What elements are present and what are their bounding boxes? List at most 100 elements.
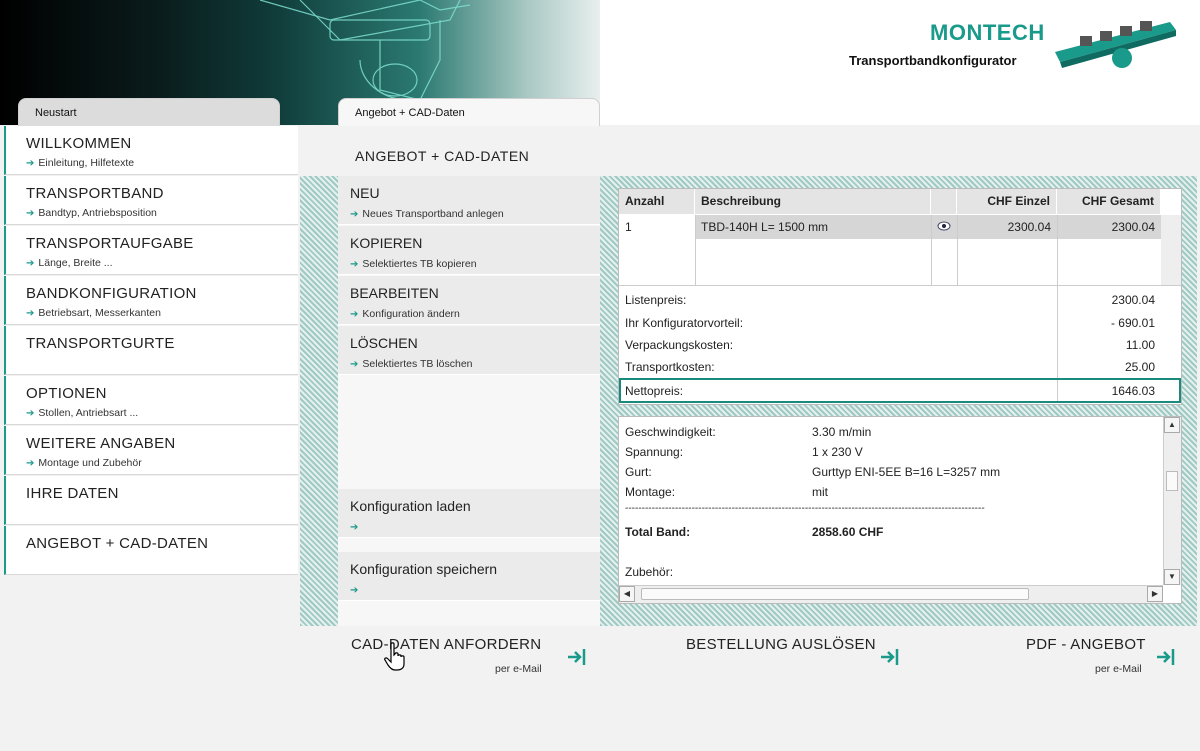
detail-value: 3.30 m/min bbox=[812, 425, 872, 439]
scroll-thumb[interactable] bbox=[641, 588, 1029, 600]
detail-value: 1 x 230 V bbox=[812, 445, 863, 459]
action-title: NEU bbox=[350, 185, 380, 201]
total-value: 2858.60 CHF bbox=[812, 525, 884, 539]
cell-beschreibung: TBD-140H L= 1500 mm bbox=[695, 215, 931, 239]
action-subtitle: ➔ Selektiertes TB löschen bbox=[350, 358, 473, 370]
nav-item-weitere-angaben[interactable]: WEITERE ANGABEN ➔ Montage und Zubehör bbox=[4, 426, 298, 475]
horizontal-scrollbar[interactable]: ◀ ▶ bbox=[619, 585, 1163, 603]
summary-label: Ihr Konfiguratorvorteil: bbox=[625, 316, 744, 330]
separator-line: ----------------------------------------… bbox=[625, 503, 985, 514]
action-title: Konfiguration speichern bbox=[350, 561, 498, 577]
action-subtitle: ➔ Konfiguration ändern bbox=[350, 308, 460, 320]
action-subtitle: ➔ bbox=[350, 521, 362, 533]
konfiguration-speichern-button[interactable]: Konfiguration speichern ➔ bbox=[338, 552, 600, 601]
scroll-up-icon[interactable]: ▲ bbox=[1164, 417, 1180, 433]
arrow-right-icon: ➔ bbox=[26, 308, 35, 319]
action-subtitle: ➔ Selektiertes TB kopieren bbox=[350, 258, 477, 270]
nav-item-title: OPTIONEN bbox=[26, 385, 107, 402]
action-title: Konfiguration laden bbox=[350, 498, 471, 514]
cell-chf-gesamt: 2300.04 bbox=[1057, 215, 1161, 239]
details-panel[interactable]: Geschwindigkeit: 3.30 m/min Spannung: 1 … bbox=[618, 416, 1182, 604]
scroll-down-icon[interactable]: ▼ bbox=[1164, 569, 1180, 585]
cell-anzahl: 1 bbox=[619, 215, 695, 239]
summary-label: Verpackungskosten: bbox=[625, 338, 734, 352]
tab-neustart[interactable]: Neustart bbox=[18, 98, 280, 126]
price-table: Anzahl Beschreibung CHF Einzel CHF Gesam… bbox=[618, 188, 1182, 405]
conveyor-logo-icon bbox=[1055, 21, 1176, 68]
nav-item-subtitle: ➔ Länge, Breite ... bbox=[26, 257, 113, 269]
nav-item-subtitle: ➔ Einleitung, Hilfetexte bbox=[26, 157, 135, 169]
column-divider bbox=[957, 215, 958, 285]
arrow-right-icon: ➔ bbox=[350, 209, 359, 220]
kopieren-button[interactable]: KOPIEREN ➔ Selektiertes TB kopieren bbox=[338, 226, 600, 275]
left-navigation: WILLKOMMEN ➔ Einleitung, Hilfetexte TRANS… bbox=[0, 126, 300, 751]
zubehoer-label: Zubehör: bbox=[625, 565, 674, 579]
action-title: KOPIEREN bbox=[350, 235, 423, 251]
page-title: ANGEBOT + CAD-DATEN bbox=[355, 148, 530, 164]
table-scroll-gutter bbox=[1161, 215, 1181, 285]
action-subtitle: ➔ Neues Transportband anlegen bbox=[350, 208, 504, 220]
loeschen-button[interactable]: LÖSCHEN ➔ Selektiertes TB löschen bbox=[338, 326, 600, 375]
scroll-thumb[interactable] bbox=[1166, 471, 1178, 491]
action-panel: NEU ➔ Neues Transportband anlegen KOPIERE… bbox=[338, 176, 600, 626]
arrow-right-icon: ➔ bbox=[350, 522, 359, 533]
nav-item-subtitle: ➔ Bandtyp, Antriebsposition bbox=[26, 207, 157, 219]
action-title: BESTELLUNG AUSLÖSEN bbox=[686, 636, 876, 653]
nav-item-transportgurte[interactable]: TRANSPORTGURTE bbox=[4, 326, 298, 375]
neu-button[interactable]: NEU ➔ Neues Transportband anlegen bbox=[338, 176, 600, 225]
app-subtitle: Transportbandkonfigurator bbox=[849, 53, 1017, 68]
nav-item-willkommen[interactable]: WILLKOMMEN ➔ Einleitung, Hilfetexte bbox=[4, 126, 298, 175]
arrow-into-icon bbox=[1157, 649, 1175, 665]
arrow-right-icon: ➔ bbox=[350, 259, 359, 270]
view-icon[interactable] bbox=[931, 215, 957, 239]
column-header-chf-einzel: CHF Einzel bbox=[957, 189, 1057, 214]
konfiguration-laden-button[interactable]: Konfiguration laden ➔ bbox=[338, 489, 600, 538]
arrow-into-icon bbox=[881, 649, 899, 665]
action-title: CAD-DATEN ANFORDERN bbox=[351, 636, 542, 653]
nav-item-title: TRANSPORTBAND bbox=[26, 185, 164, 202]
tab-angebot-cad-daten[interactable]: Angebot + CAD-Daten bbox=[338, 98, 600, 126]
nav-item-transportaufgabe[interactable]: TRANSPORTAUFGABE ➔ Länge, Breite ... bbox=[4, 226, 298, 275]
scroll-left-icon[interactable]: ◀ bbox=[619, 586, 635, 602]
nav-item-optionen[interactable]: OPTIONEN ➔ Stollen, Antriebsart ... bbox=[4, 376, 298, 425]
arrow-right-icon: ➔ bbox=[26, 258, 35, 269]
detail-label: Geschwindigkeit: bbox=[625, 425, 716, 439]
summary-value: - 690.01 bbox=[1110, 316, 1155, 330]
nav-item-title: WILLKOMMEN bbox=[26, 135, 132, 152]
nav-item-title: IHRE DATEN bbox=[26, 485, 119, 502]
nav-item-subtitle: ➔ Stollen, Antriebsart ... bbox=[26, 407, 139, 419]
detail-label: Spannung: bbox=[625, 445, 684, 459]
summary-label: Transportkosten: bbox=[625, 360, 715, 374]
action-subtitle: per e-Mail bbox=[495, 663, 542, 675]
column-divider bbox=[1057, 380, 1058, 401]
arrow-right-icon: ➔ bbox=[350, 359, 359, 370]
nav-item-transportband[interactable]: TRANSPORTBAND ➔ Bandtyp, Antriebsposition bbox=[4, 176, 298, 225]
vertical-scrollbar[interactable]: ▲ ▼ bbox=[1163, 417, 1181, 585]
summary-value: 2300.04 bbox=[1111, 293, 1155, 307]
summary-label: Listenpreis: bbox=[625, 293, 687, 307]
nav-item-title: ANGEBOT + CAD-DATEN bbox=[26, 535, 209, 552]
arrow-right-icon: ➔ bbox=[26, 208, 35, 219]
nav-item-subtitle: ➔ Montage und Zubehör bbox=[26, 457, 142, 469]
nettopreis-label: Nettopreis: bbox=[625, 384, 684, 398]
summary-value: 11.00 bbox=[1125, 338, 1155, 352]
nav-item-title: WEITERE ANGABEN bbox=[26, 435, 176, 452]
total-label: Total Band: bbox=[625, 525, 691, 539]
nettopreis-value: 1646.03 bbox=[1111, 384, 1155, 398]
arrow-right-icon: ➔ bbox=[26, 158, 35, 169]
column-header-chf-gesamt: CHF Gesamt bbox=[1057, 189, 1161, 214]
detail-label: Gurt: bbox=[625, 465, 652, 479]
bearbeiten-button[interactable]: BEARBEITEN ➔ Konfiguration ändern bbox=[338, 276, 600, 325]
nav-item-angebot-cad-daten[interactable]: ANGEBOT + CAD-DATEN bbox=[4, 526, 298, 575]
column-header-icon bbox=[931, 189, 957, 214]
column-divider bbox=[931, 215, 932, 285]
nav-item-bandkonfiguration[interactable]: BANDKONFIGURATION ➔ Betriebsart, Messerka… bbox=[4, 276, 298, 325]
hand-cursor-icon bbox=[384, 642, 405, 671]
column-divider bbox=[695, 215, 696, 285]
arrow-right-icon: ➔ bbox=[26, 458, 35, 469]
scroll-right-icon[interactable]: ▶ bbox=[1147, 586, 1163, 602]
nav-item-ihre-daten[interactable]: IHRE DATEN bbox=[4, 476, 298, 525]
column-divider bbox=[1057, 285, 1058, 378]
column-header-beschreibung: Beschreibung bbox=[695, 189, 931, 214]
arrow-right-icon: ➔ bbox=[26, 408, 35, 419]
